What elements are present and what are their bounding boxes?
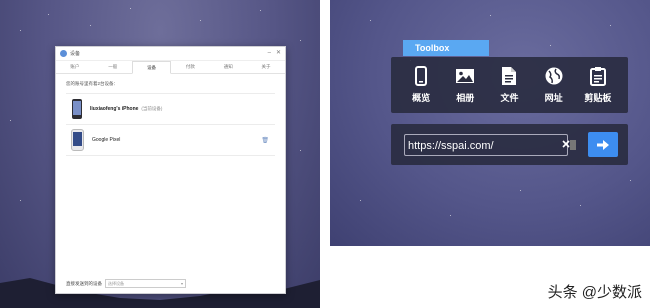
minimize-icon[interactable]: – — [268, 50, 271, 57]
url-input[interactable]: https://sspai.com/ — [404, 134, 568, 156]
default-device-label: 直接发送到的设备 — [66, 280, 102, 286]
tool-label: 网址 — [544, 93, 563, 103]
arrow-right-icon — [597, 139, 609, 150]
tab-payment[interactable]: 付款 — [171, 61, 209, 73]
tool-overview[interactable]: 概览 — [401, 66, 441, 104]
settings-tabs: 账户 一般 设备 付款 通知 关于 — [56, 61, 285, 74]
watermark: 头条 @少数派 — [547, 284, 642, 301]
window-titlebar: 设备 – ✕ — [56, 47, 285, 61]
device-name: liuxiaofeng's iPhone — [90, 106, 139, 112]
chevron-down-icon: ▾ — [180, 281, 183, 286]
window-title: 设备 — [70, 51, 81, 57]
settings-window: 设备 – ✕ 账户 一般 设备 付款 通知 关于 您的账号里有着2台设备： li… — [55, 46, 286, 294]
tab-general[interactable]: 一般 — [94, 61, 132, 73]
image-icon — [456, 69, 475, 83]
default-device-setting: 直接发送到的设备 选择设备 ▾ — [66, 279, 186, 288]
url-panel: https://sspai.com/ — [391, 124, 628, 165]
tab-notifications[interactable]: 通知 — [209, 61, 247, 73]
current-device-tag: (当前设备) — [141, 106, 163, 111]
trash-icon[interactable]: 🗑 — [261, 137, 269, 144]
device-select-value: 选择设备 — [108, 281, 124, 286]
right-screenshot-background — [330, 0, 650, 246]
iphone-icon — [72, 99, 82, 119]
tool-clipboard[interactable]: 剪贴板 — [578, 66, 618, 104]
tab-about[interactable]: 关于 — [247, 61, 285, 73]
tab-devices[interactable]: 设备 — [131, 61, 172, 74]
go-button[interactable] — [588, 132, 618, 157]
globe-icon — [545, 67, 563, 85]
tool-label: 概览 — [412, 93, 431, 103]
device-row-iphone[interactable]: liuxiaofeng's iPhone (当前设备) — [66, 93, 275, 124]
android-phone-icon — [71, 129, 84, 151]
tool-photos[interactable]: 相册 — [445, 66, 485, 104]
app-icon — [60, 50, 67, 57]
phone-icon — [415, 66, 428, 86]
file-icon — [502, 67, 517, 85]
tool-url[interactable]: 网址 — [534, 66, 574, 104]
clipboard-icon — [589, 67, 606, 86]
clear-icon[interactable] — [561, 138, 577, 152]
close-icon[interactable]: ✕ — [276, 50, 281, 57]
toolbox-bar: 概览 相册 文件 网址 剪贴板 — [391, 57, 628, 113]
devices-content: 您的账号里有着2台设备： liuxiaofeng's iPhone (当前设备)… — [56, 74, 285, 161]
device-select[interactable]: 选择设备 ▾ — [105, 279, 186, 288]
toolbox-title: Toolbox — [403, 40, 489, 56]
device-count-text: 您的账号里有着2台设备： — [66, 81, 119, 86]
tool-files[interactable]: 文件 — [489, 66, 529, 104]
device-row-pixel[interactable]: Google Pixel 🗑 — [66, 124, 275, 156]
tool-label: 剪贴板 — [584, 93, 612, 103]
device-name: Google Pixel — [92, 137, 121, 143]
tab-account[interactable]: 账户 — [56, 61, 94, 73]
tool-label: 相册 — [456, 93, 475, 103]
tool-label: 文件 — [500, 93, 519, 103]
